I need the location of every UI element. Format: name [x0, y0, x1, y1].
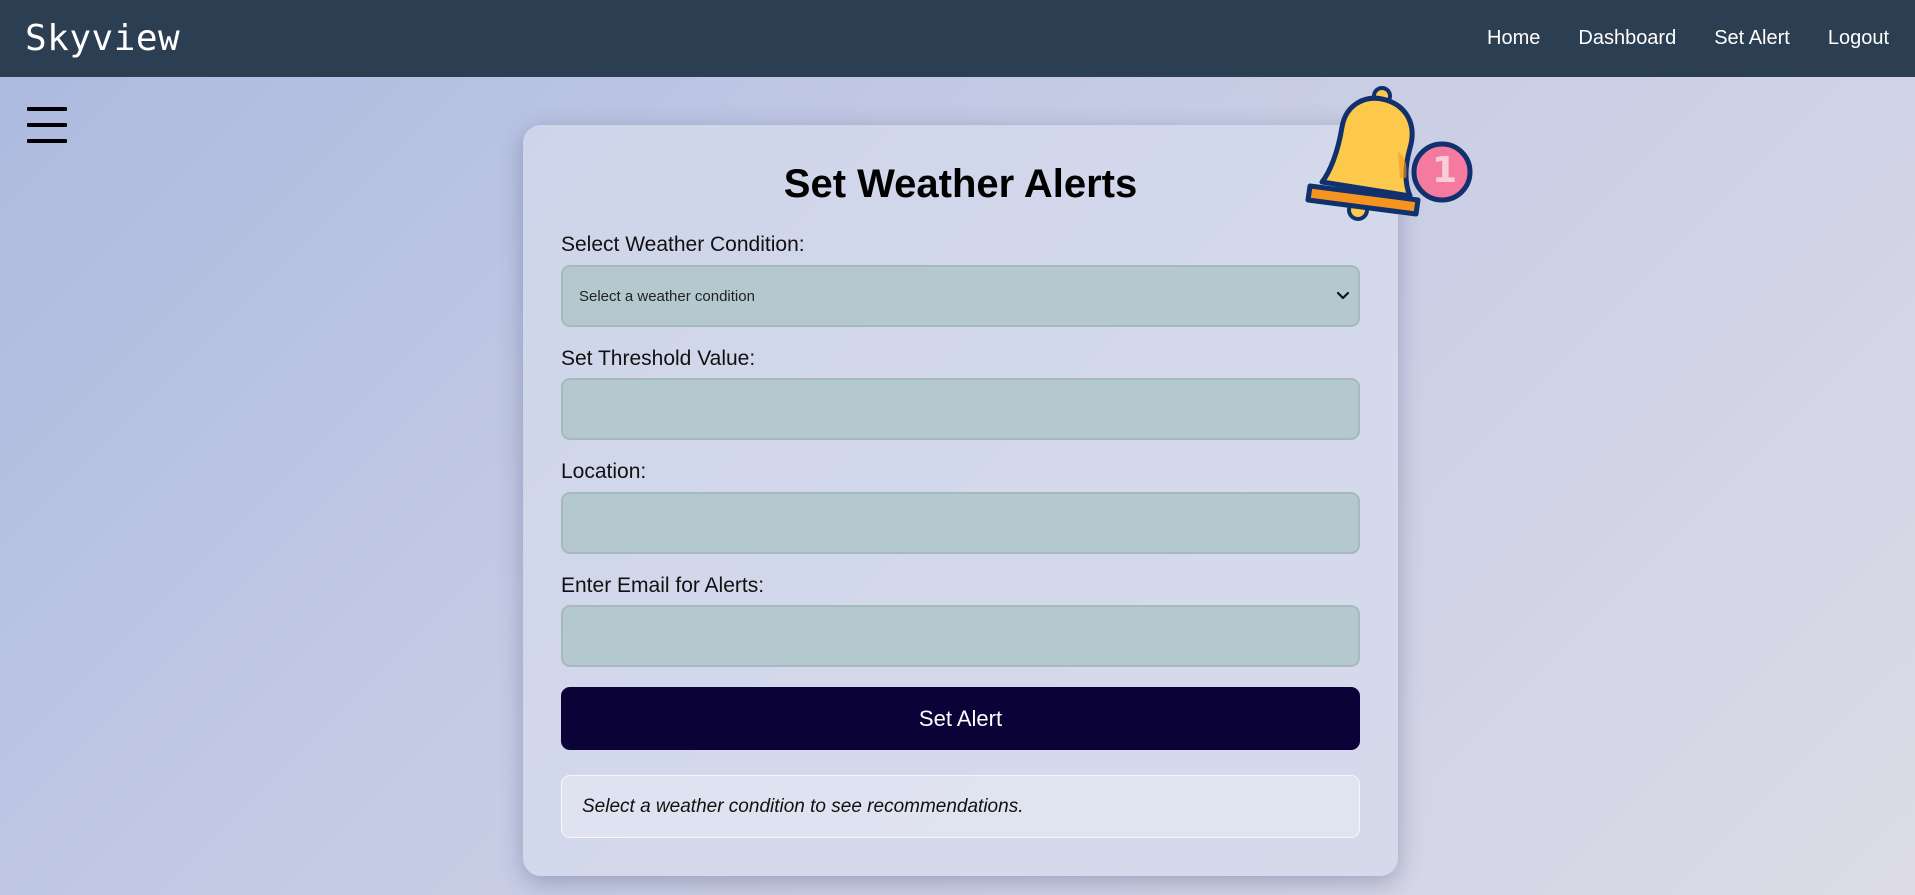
hamburger-line	[27, 123, 67, 127]
threshold-input[interactable]	[561, 378, 1360, 440]
email-input[interactable]	[561, 605, 1360, 667]
weather-condition-select[interactable]: Select a weather condition	[561, 265, 1360, 327]
hamburger-line	[27, 107, 67, 111]
chevron-down-icon	[1336, 291, 1350, 300]
set-alert-button[interactable]: Set Alert	[561, 687, 1360, 750]
email-label: Enter Email for Alerts:	[561, 574, 765, 597]
nav-logout-link[interactable]: Logout	[1828, 27, 1889, 50]
brand-logo[interactable]: Skyview	[25, 18, 180, 59]
top-navbar: Skyview Home Dashboard Set Alert Logout	[0, 0, 1915, 77]
alert-form-card: Set Weather Alerts Select Weather Condit…	[523, 125, 1398, 876]
nav-set-alert-link[interactable]: Set Alert	[1714, 27, 1790, 50]
hamburger-menu-icon[interactable]	[27, 104, 67, 146]
main-nav: Home Dashboard Set Alert Logout	[1487, 27, 1889, 50]
threshold-label: Set Threshold Value:	[561, 347, 756, 370]
recommendation-box: Select a weather condition to see recomm…	[561, 775, 1360, 838]
hamburger-line	[27, 139, 67, 143]
location-label: Location:	[561, 460, 647, 483]
notification-bell[interactable]: 1	[1300, 82, 1473, 230]
page-title: Set Weather Alerts	[783, 162, 1138, 206]
nav-home-link[interactable]: Home	[1487, 27, 1540, 50]
condition-label: Select Weather Condition:	[561, 233, 805, 256]
location-input[interactable]	[561, 492, 1360, 554]
select-value: Select a weather condition	[579, 288, 755, 305]
nav-dashboard-link[interactable]: Dashboard	[1578, 27, 1676, 50]
notification-count: 1	[1432, 150, 1458, 191]
